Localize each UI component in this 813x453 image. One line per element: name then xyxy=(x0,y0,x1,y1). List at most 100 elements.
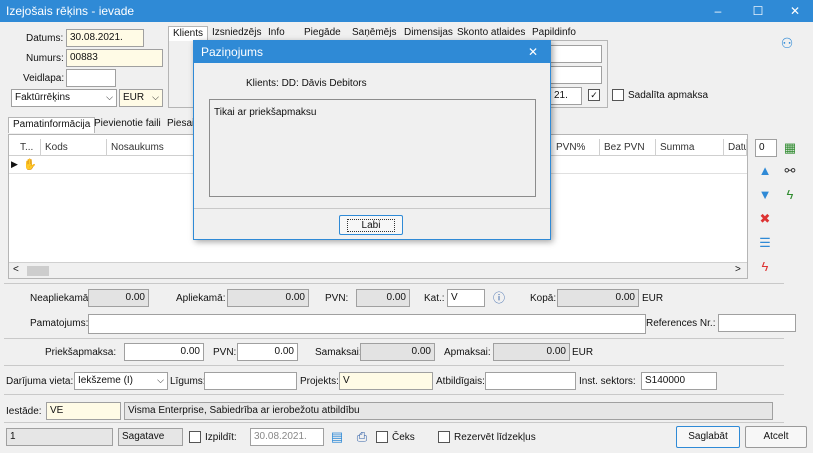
delete-icon[interactable]: ✖ xyxy=(757,211,773,227)
insert-rows-icon[interactable]: ☰ xyxy=(757,235,773,251)
tab-dimensijas[interactable]: Dimensijas xyxy=(400,26,457,41)
col-pvn[interactable]: PVN% xyxy=(552,139,600,156)
col-type[interactable]: T... xyxy=(16,139,41,156)
doc-number: 1 xyxy=(6,428,113,446)
chevron-down-icon: ⌵ xyxy=(157,375,164,385)
datums-label: Datums: xyxy=(26,33,64,44)
horizontal-scrollbar[interactable]: < > xyxy=(9,262,747,278)
info-icon[interactable]: ⓘ xyxy=(491,290,507,306)
atbildigais-input[interactable] xyxy=(485,372,576,390)
date-checkbox[interactable]: ✓ xyxy=(588,89,600,101)
col-kods[interactable]: Kods xyxy=(41,139,107,156)
dialog-title: Paziņojums xyxy=(201,45,264,59)
dialog-ok-button[interactable]: Labi xyxy=(339,215,403,235)
samaksai-label: Samaksai: xyxy=(315,347,362,358)
binoculars-icon[interactable]: ⚯ xyxy=(782,163,798,179)
tab-izsniedzejs[interactable]: Izsniedzējs xyxy=(208,26,265,41)
tab-skonto[interactable]: Skonto atlaides xyxy=(453,26,529,41)
sadalita-checkbox[interactable] xyxy=(612,89,624,101)
numurs-input[interactable]: 00883 xyxy=(66,49,163,67)
col-bez-pvn[interactable]: Bez PVN xyxy=(600,139,656,156)
col-datu[interactable]: Datu xyxy=(724,139,747,156)
rezervet-checkbox[interactable] xyxy=(438,431,450,443)
client-field-2[interactable] xyxy=(550,66,602,84)
datums-input[interactable]: 30.08.2021. xyxy=(66,29,144,47)
kat-input[interactable]: V xyxy=(447,289,485,307)
numurs-label: Numurs: xyxy=(26,53,64,64)
maximize-button[interactable]: ☐ xyxy=(738,0,778,22)
ceks-checkbox[interactable] xyxy=(376,431,388,443)
projekts-input[interactable]: V xyxy=(339,372,433,390)
lightning-green-icon[interactable]: ϟ xyxy=(782,187,798,203)
iestade-name: Visma Enterprise, Sabiedrība ar ierobežo… xyxy=(124,402,773,420)
col-summa[interactable]: Summa xyxy=(656,139,724,156)
scroll-right-icon[interactable]: > xyxy=(735,264,741,275)
dialog-message-box: Tikai ar priekšapmaksu xyxy=(209,99,536,197)
currency-value: EUR xyxy=(123,92,145,103)
ok-label: Labi xyxy=(346,219,396,232)
pamatojums-input[interactable] xyxy=(88,314,646,334)
cancel-button[interactable]: Atcelt xyxy=(745,426,807,448)
rezervet-label: Rezervēt līdzekļus xyxy=(454,432,536,443)
inst-sektors-label: Inst. sektors: xyxy=(579,376,636,387)
col-nosaukums[interactable]: Nosaukums xyxy=(107,139,197,156)
printer-icon[interactable]: ⎙ xyxy=(354,429,370,445)
priekssapmaksa-input[interactable]: 0.00 xyxy=(124,343,204,361)
apmaksai-value: 0.00 xyxy=(493,343,570,361)
notification-dialog: Paziņojums ✕ Klients: DD: Dāvis Debitors… xyxy=(193,40,551,240)
ligums-input[interactable] xyxy=(204,372,297,390)
move-up-icon[interactable]: ▲ xyxy=(757,163,773,179)
iestade-label: Iestāde: xyxy=(6,406,42,417)
kopa-label: Kopā: xyxy=(530,293,557,304)
excel-icon[interactable]: ▦ xyxy=(782,140,798,156)
scroll-thumb[interactable] xyxy=(27,266,49,276)
lightning-red-icon[interactable]: ϟ xyxy=(757,259,773,275)
tab-papildinfo[interactable]: Papildinfo xyxy=(528,26,580,41)
chevron-down-icon: ⌵ xyxy=(106,92,113,102)
tab-info[interactable]: Info xyxy=(264,26,289,41)
izpildit-label: Izpildīt: xyxy=(205,432,237,443)
veidlapa-input[interactable] xyxy=(66,69,116,87)
tab-sanemejs[interactable]: Saņēmējs xyxy=(348,26,400,41)
users-icon[interactable]: ⚇ xyxy=(779,35,795,51)
apliekama-value: 0.00 xyxy=(227,289,309,307)
samaksai-value: 0.00 xyxy=(360,343,435,361)
kat-label: Kat.: xyxy=(424,293,445,304)
divider xyxy=(4,394,784,395)
darijuma-vieta-select[interactable]: Iekšzeme (I) ⌵ xyxy=(74,372,168,390)
izpildit-checkbox[interactable] xyxy=(189,431,201,443)
minimize-button[interactable]: – xyxy=(698,0,738,22)
title-bar: Izejošais rēķins - ievade – ☐ ✕ xyxy=(0,0,813,22)
date-field[interactable]: 21. xyxy=(550,87,582,105)
sadalita-label: Sadalīta apmaksa xyxy=(628,90,709,101)
references-input[interactable] xyxy=(718,314,796,332)
prepay-pvn-label: PVN: xyxy=(213,347,237,358)
divider xyxy=(4,365,784,366)
scroll-left-icon[interactable]: < xyxy=(13,264,19,275)
grid-counter[interactable]: 0 xyxy=(755,139,777,157)
currency-select[interactable]: EUR ⌵ xyxy=(119,89,163,107)
client-field-1[interactable] xyxy=(550,45,602,63)
save-button[interactable]: Saglabāt xyxy=(676,426,740,448)
izpildit-date-input[interactable]: 30.08.2021. xyxy=(250,428,324,446)
tab-piegade[interactable]: Piegāde xyxy=(300,26,345,41)
tab-pievienotie-faili[interactable]: Pievienotie faili xyxy=(90,117,165,132)
inst-sektors-input[interactable]: S140000 xyxy=(641,372,717,390)
close-window-button[interactable]: ✕ xyxy=(775,0,813,22)
darijuma-vieta-value: Iekšzeme (I) xyxy=(78,375,134,386)
prepay-pvn-input[interactable]: 0.00 xyxy=(237,343,298,361)
dialog-close-button[interactable]: ✕ xyxy=(528,45,538,59)
kopa-currency: EUR xyxy=(642,293,664,304)
calendar-icon[interactable]: ▤ xyxy=(329,429,345,445)
chevron-down-icon: ⌵ xyxy=(152,92,159,102)
references-label: References Nr.: xyxy=(646,318,716,329)
row-pointer-icon: ▶ xyxy=(11,159,18,169)
divider xyxy=(4,338,784,339)
tab-pamatinformacija[interactable]: Pamatinformācija xyxy=(8,117,96,133)
iestade-code-input[interactable]: VE xyxy=(46,402,121,420)
dialog-message: Tikai ar priekšapmaksu xyxy=(214,107,317,118)
tab-klients[interactable]: Klients xyxy=(168,26,209,41)
doc-type-select[interactable]: Faktūrrēķins ⌵ xyxy=(11,89,117,107)
apmaksai-label: Apmaksai: xyxy=(444,347,491,358)
move-down-icon[interactable]: ▼ xyxy=(757,187,773,203)
